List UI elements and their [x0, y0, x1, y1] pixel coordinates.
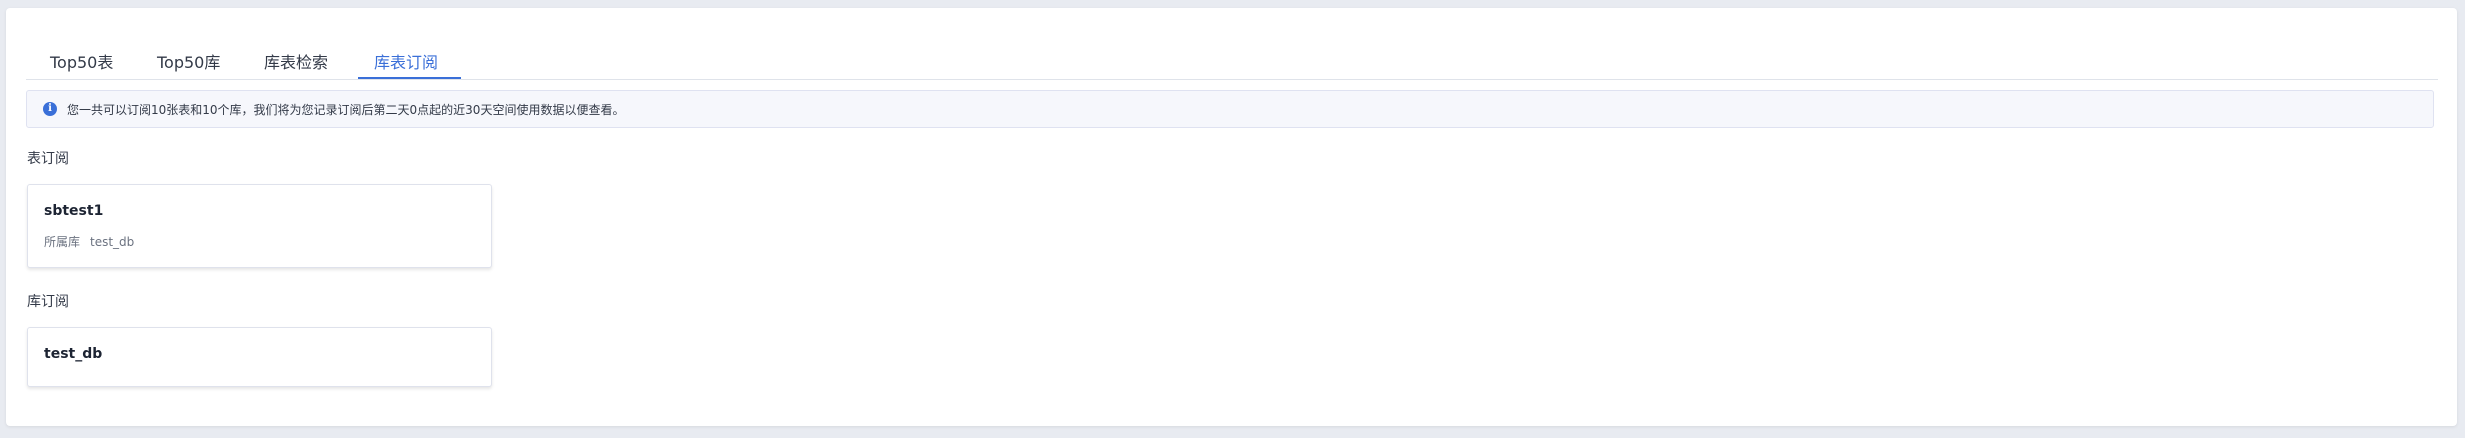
database-value: test_db [90, 235, 135, 249]
info-icon: i [43, 102, 57, 116]
tab-table-search[interactable]: 库表检索 [264, 49, 328, 73]
info-notice: i 您一共可以订阅10张表和10个库，我们将为您记录订阅后第二天0点起的近30天… [26, 90, 2434, 128]
main-panel: Top50表 Top50库 库表检索 库表订阅 i 您一共可以订阅10张表和10… [6, 8, 2457, 426]
database-label: 所属库 [44, 235, 81, 249]
table-subscription-heading: 表订阅 [27, 151, 69, 167]
tab-table-subscription[interactable]: 库表订阅 [374, 49, 438, 73]
card-database-name: test_db [44, 346, 103, 362]
tab-top50-databases[interactable]: Top50库 [157, 49, 220, 73]
tab-bar: Top50表 Top50库 库表检索 库表订阅 [26, 40, 2438, 80]
notice-text: 您一共可以订阅10张表和10个库，我们将为您记录订阅后第二天0点起的近30天空间… [67, 103, 625, 117]
card-database-info: 所属库 test_db [44, 233, 134, 250]
card-table-name: sbtest1 [44, 203, 104, 219]
active-tab-indicator [358, 77, 461, 79]
db-subscription-heading: 库订阅 [27, 294, 69, 310]
tab-top50-tables[interactable]: Top50表 [50, 49, 113, 73]
db-subscription-card[interactable]: test_db [27, 327, 492, 387]
table-subscription-card[interactable]: sbtest1 所属库 test_db [27, 184, 492, 268]
